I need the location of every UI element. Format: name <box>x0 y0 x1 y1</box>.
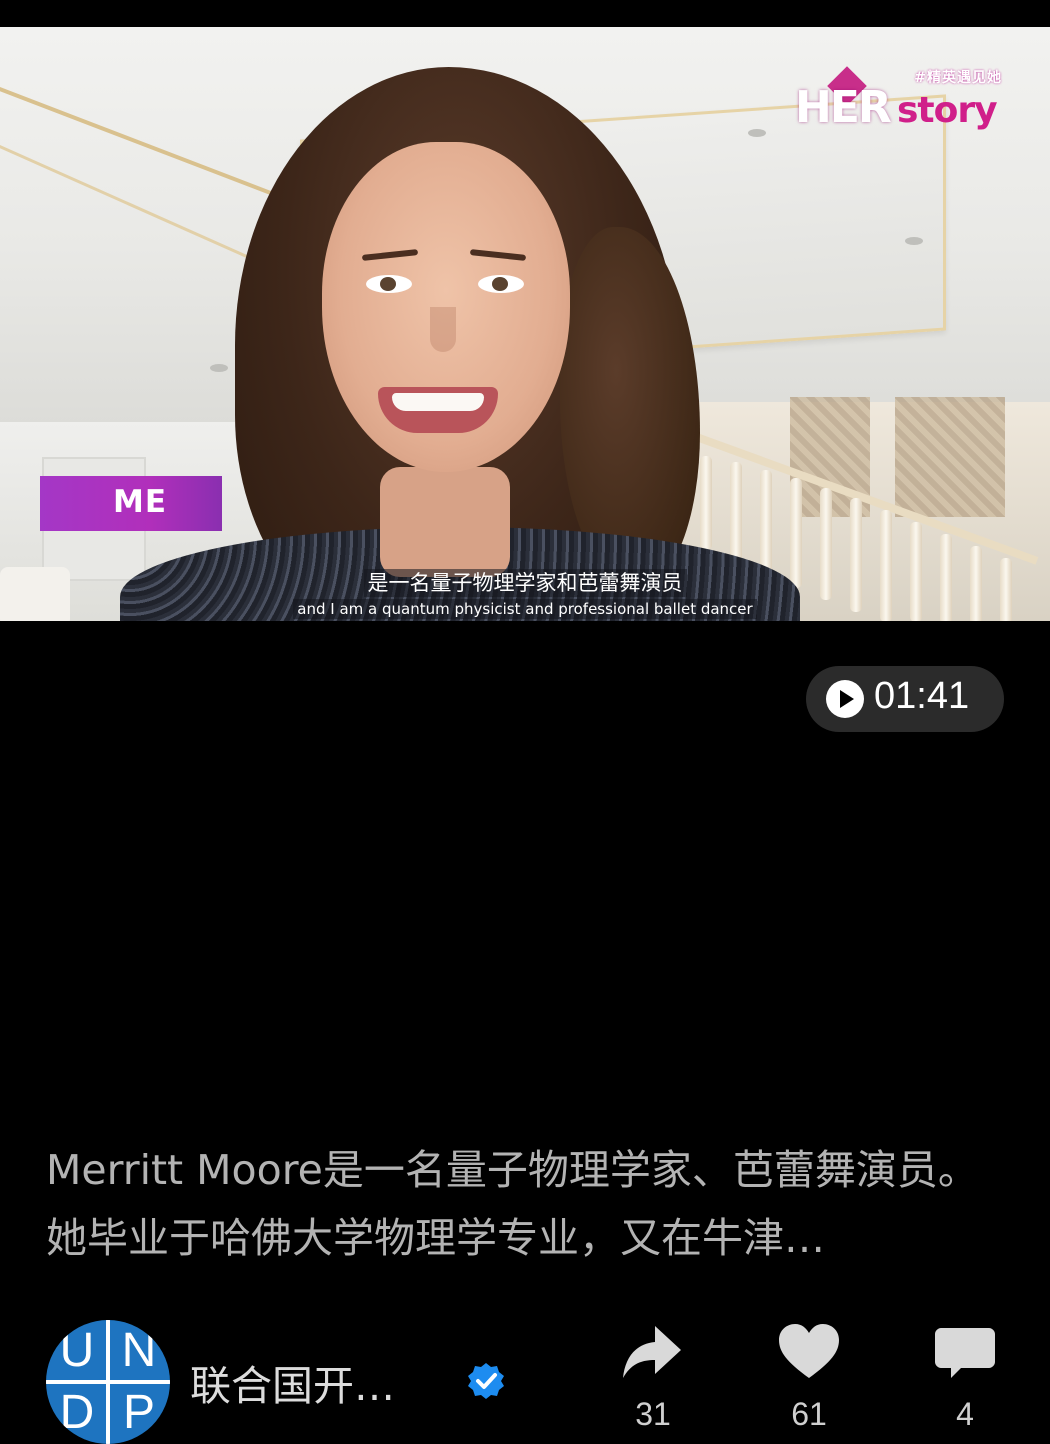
ceiling-light <box>905 237 923 245</box>
heart-icon <box>779 1324 839 1378</box>
comment-icon <box>935 1328 995 1378</box>
avatar-letter: P <box>122 1386 155 1439</box>
avatar-letter: N <box>121 1324 157 1377</box>
avatar-letter: D <box>59 1386 95 1439</box>
comment-count: 4 <box>956 1396 974 1432</box>
logo-story: story <box>897 90 998 131</box>
nose <box>430 307 456 352</box>
post-description[interactable]: Merritt Moore是一名量子物理学家、芭蕾舞演员。她毕业于哈佛大学物理学… <box>46 1136 1006 1272</box>
status-bar <box>0 0 1050 27</box>
author-name[interactable]: 联合国开… <box>190 1352 395 1412</box>
share-count: 31 <box>635 1396 671 1432</box>
logo-hashtag: #精英遇见她 <box>914 70 1002 86</box>
comment-button[interactable]: 4 <box>915 1322 1015 1433</box>
avatar-letter: U <box>59 1324 95 1377</box>
name-tag-text: ME <box>113 484 168 520</box>
video-player[interactable]: HER story #精英遇见她 ME 是一名量子物理学家和芭蕾舞演员 and … <box>0 27 1050 621</box>
author-avatar[interactable]: U N D P <box>46 1320 170 1444</box>
share-button[interactable]: 31 <box>603 1322 703 1433</box>
person-neck <box>380 467 510 577</box>
subtitle-english: and I am a quantum physicist and profess… <box>0 599 1050 619</box>
verified-icon <box>468 1363 504 1399</box>
name-tag: ME <box>40 476 222 531</box>
eye <box>478 275 524 293</box>
ceiling-light <box>748 129 766 137</box>
play-icon <box>826 680 864 718</box>
video-duration: 01:41 <box>874 675 970 717</box>
logo-her: HER <box>795 82 892 133</box>
like-button[interactable]: 61 <box>759 1322 859 1433</box>
video-duration-badge[interactable]: 01:41 <box>806 666 1004 732</box>
like-count: 61 <box>791 1396 827 1432</box>
ceiling-light <box>210 364 228 372</box>
share-icon <box>623 1326 681 1378</box>
subtitle-chinese: 是一名量子物理学家和芭蕾舞演员 <box>0 569 1050 597</box>
eye <box>366 275 412 293</box>
teeth <box>392 393 484 411</box>
